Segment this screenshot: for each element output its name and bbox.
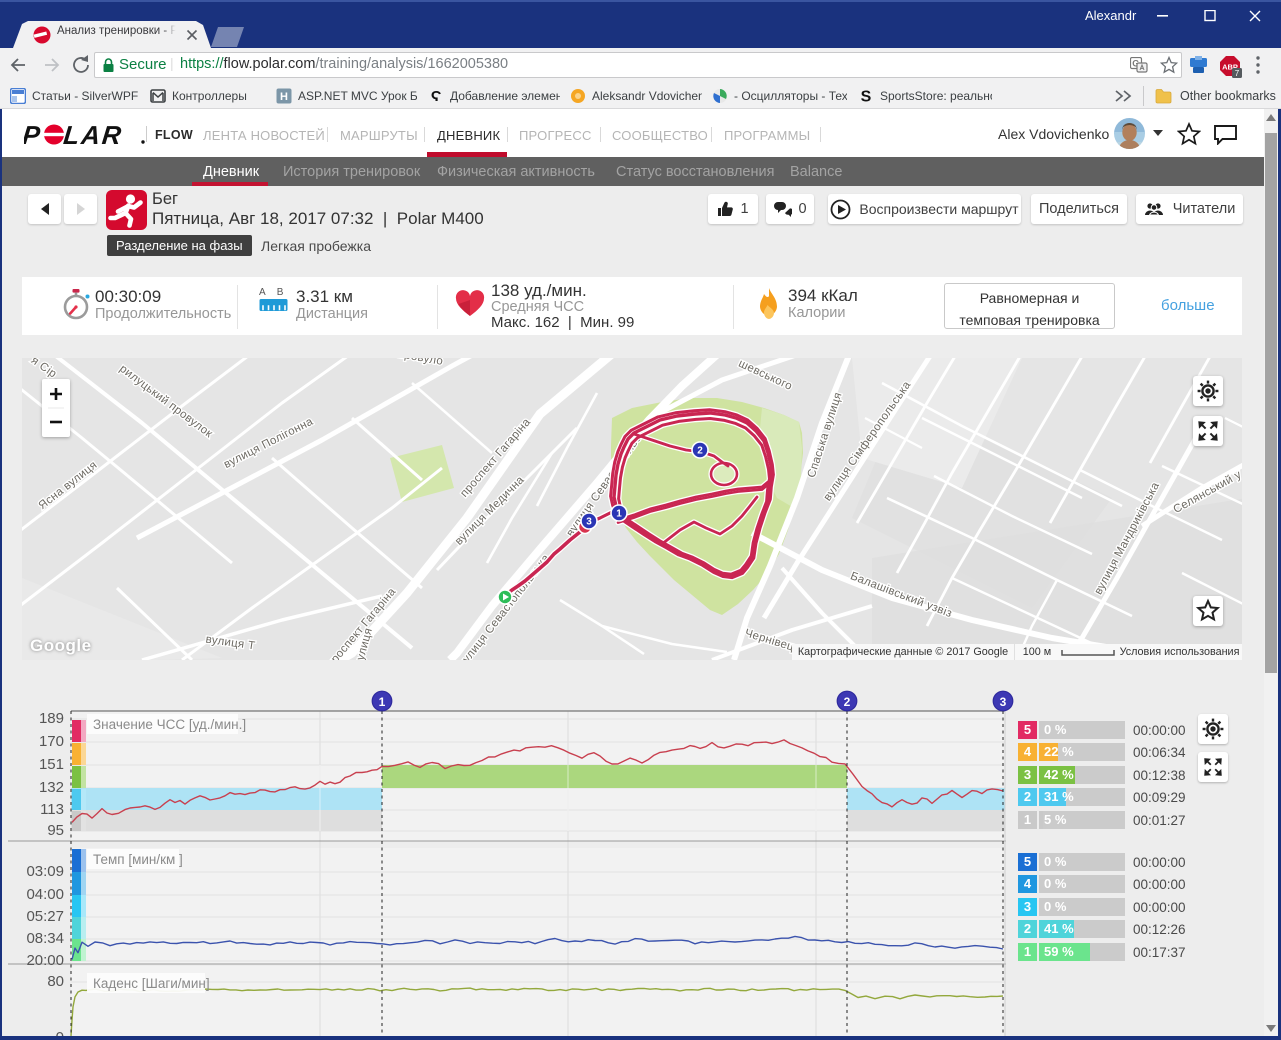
svg-text:LAR: LAR — [62, 121, 125, 147]
svg-text:Значение ЧСС [уд./мин.]: Значение ЧСС [уд./мин.] — [93, 717, 246, 732]
svg-text:2: 2 — [844, 695, 851, 709]
svg-text:1: 1 — [616, 509, 622, 520]
svg-text:Темп [мин/км ]: Темп [мин/км ] — [93, 852, 183, 867]
svg-text:7: 7 — [1235, 69, 1240, 78]
svg-text:P: P — [24, 121, 42, 147]
svg-text:3: 3 — [586, 517, 592, 528]
svg-text:H: H — [280, 91, 288, 103]
svg-text:3: 3 — [1000, 695, 1007, 709]
svg-text:Каденс [Шаги/мин]: Каденс [Шаги/мин] — [93, 976, 210, 991]
svg-text:Ϛ: Ϛ — [431, 88, 442, 104]
svg-text:S: S — [861, 89, 872, 105]
svg-text:1: 1 — [379, 695, 386, 709]
svg-text:2: 2 — [697, 446, 703, 457]
